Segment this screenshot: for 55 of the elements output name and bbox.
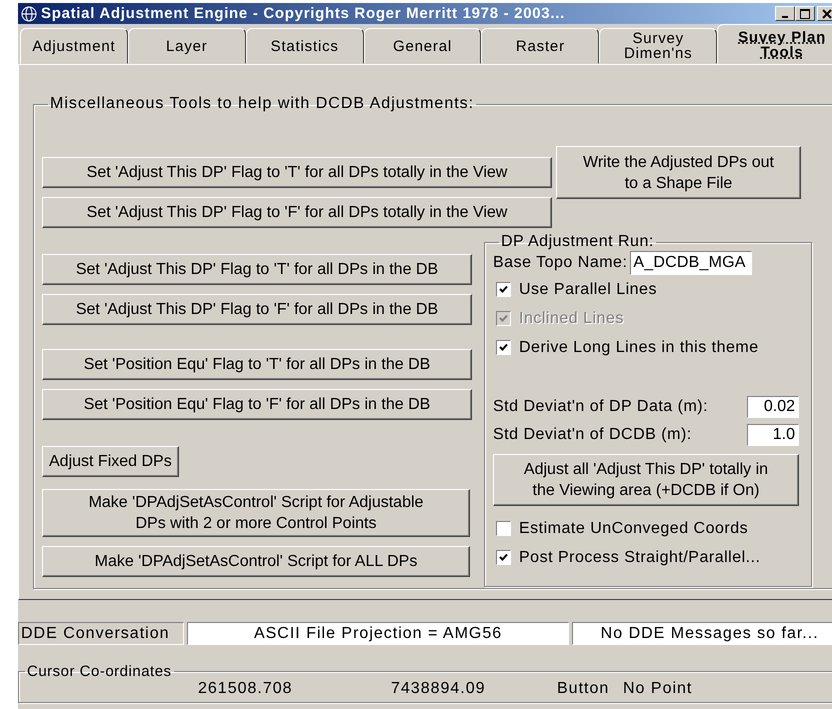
- button-label: Button: [557, 680, 610, 698]
- field-label: Std Deviat'n of DP Data (m):: [493, 398, 708, 416]
- checkbox[interactable]: [496, 550, 511, 565]
- check-icon: [499, 553, 508, 562]
- field-label: Base Topo Name:: [493, 254, 628, 272]
- action-button[interactable]: Adjust Fixed DPs: [42, 446, 179, 477]
- number-field[interactable]: 1.0: [747, 424, 799, 446]
- check-icon: [499, 314, 508, 323]
- checkbox[interactable]: [496, 521, 511, 536]
- close-button[interactable]: [817, 6, 832, 21]
- tab[interactable]: Adjustment: [20, 28, 128, 64]
- group-legend: Miscellaneous Tools to help with DCDB Adjustments:: [48, 95, 476, 113]
- checkbox[interactable]: [496, 282, 511, 297]
- checkbox-label: Use Parallel Lines: [519, 280, 657, 298]
- button-value: No Point: [623, 680, 692, 698]
- tab[interactable]: Survey Dimen'ns: [599, 28, 718, 64]
- status-field: ASCII File Projection = AMG56: [186, 622, 570, 645]
- action-button[interactable]: Make 'DPAdjSetAsControl' Script for Adjustable DPs with 2 or more Control Points: [42, 489, 470, 537]
- checkbox-label: Estimate UnConveged Coords: [519, 520, 748, 538]
- action-button[interactable]: Set 'Adjust This DP' Flag to 'F' for all DPs in the DB: [42, 294, 472, 325]
- tab[interactable]: Raster: [481, 28, 600, 64]
- status-label: DDE Conversation: [18, 622, 184, 645]
- globe-icon: [21, 6, 37, 22]
- field-label: Std Deviat'n of DCDB (m):: [493, 426, 692, 444]
- action-button[interactable]: Set 'Adjust This DP' Flag to 'T' for all DPs totally in the View: [42, 157, 552, 188]
- action-button[interactable]: Set 'Position Equ' Flag to 'F' for all DPs in the DB: [42, 389, 472, 420]
- number-field[interactable]: 0.02: [747, 396, 799, 418]
- action-button[interactable]: Make 'DPAdjSetAsControl' Script for ALL DPs: [42, 546, 470, 577]
- check-icon: [499, 285, 508, 294]
- checkbox-label: Post Process Straight/Parallel...: [519, 548, 760, 566]
- tab[interactable]: Suvey Plan Tools: [717, 24, 832, 64]
- window-title: Spatial Adjustment Engine - Copyrights Roger Merritt 1978 - 2003...: [41, 5, 565, 22]
- action-button[interactable]: Set 'Adjust This DP' Flag to 'F' for all DPs totally in the View: [42, 197, 552, 228]
- tab[interactable]: Statistics: [246, 28, 364, 64]
- close-icon: [822, 8, 832, 18]
- tab[interactable]: General: [364, 28, 482, 64]
- tab[interactable]: Layer: [128, 28, 246, 64]
- minimize-icon: [782, 16, 788, 18]
- action-button[interactable]: Set 'Adjust This DP' Flag to 'T' for all DPs in the DB: [42, 254, 472, 285]
- adjust-button[interactable]: Adjust all 'Adjust This DP' totally in the Viewing area (+DCDB if On): [493, 454, 799, 506]
- group-legend: DP Adjustment Run:: [499, 233, 656, 251]
- checkbox-label: Inclined Lines: [519, 310, 624, 328]
- check-icon: [499, 343, 508, 352]
- maximize-button[interactable]: [795, 6, 815, 21]
- minimize-button[interactable]: [775, 6, 795, 21]
- write-shapefile-button[interactable]: Write the Adjusted DPs out to a Shape File: [556, 146, 801, 199]
- group-legend: Cursor Co-ordinates: [25, 663, 174, 680]
- checkbox-label: Derive Long Lines in this theme: [519, 338, 759, 356]
- coordinate-value: 261508.708: [198, 680, 293, 698]
- status-field: No DDE Messages so far...: [572, 622, 832, 645]
- checkbox[interactable]: [496, 340, 511, 355]
- action-button[interactable]: Set 'Position Equ' Flag to 'T' for all DPs in the DB: [42, 349, 472, 380]
- coordinate-value: 7438894.09: [391, 680, 486, 698]
- base-topo-field[interactable]: A_DCDB_MGA: [630, 251, 752, 275]
- maximize-icon: [800, 8, 810, 18]
